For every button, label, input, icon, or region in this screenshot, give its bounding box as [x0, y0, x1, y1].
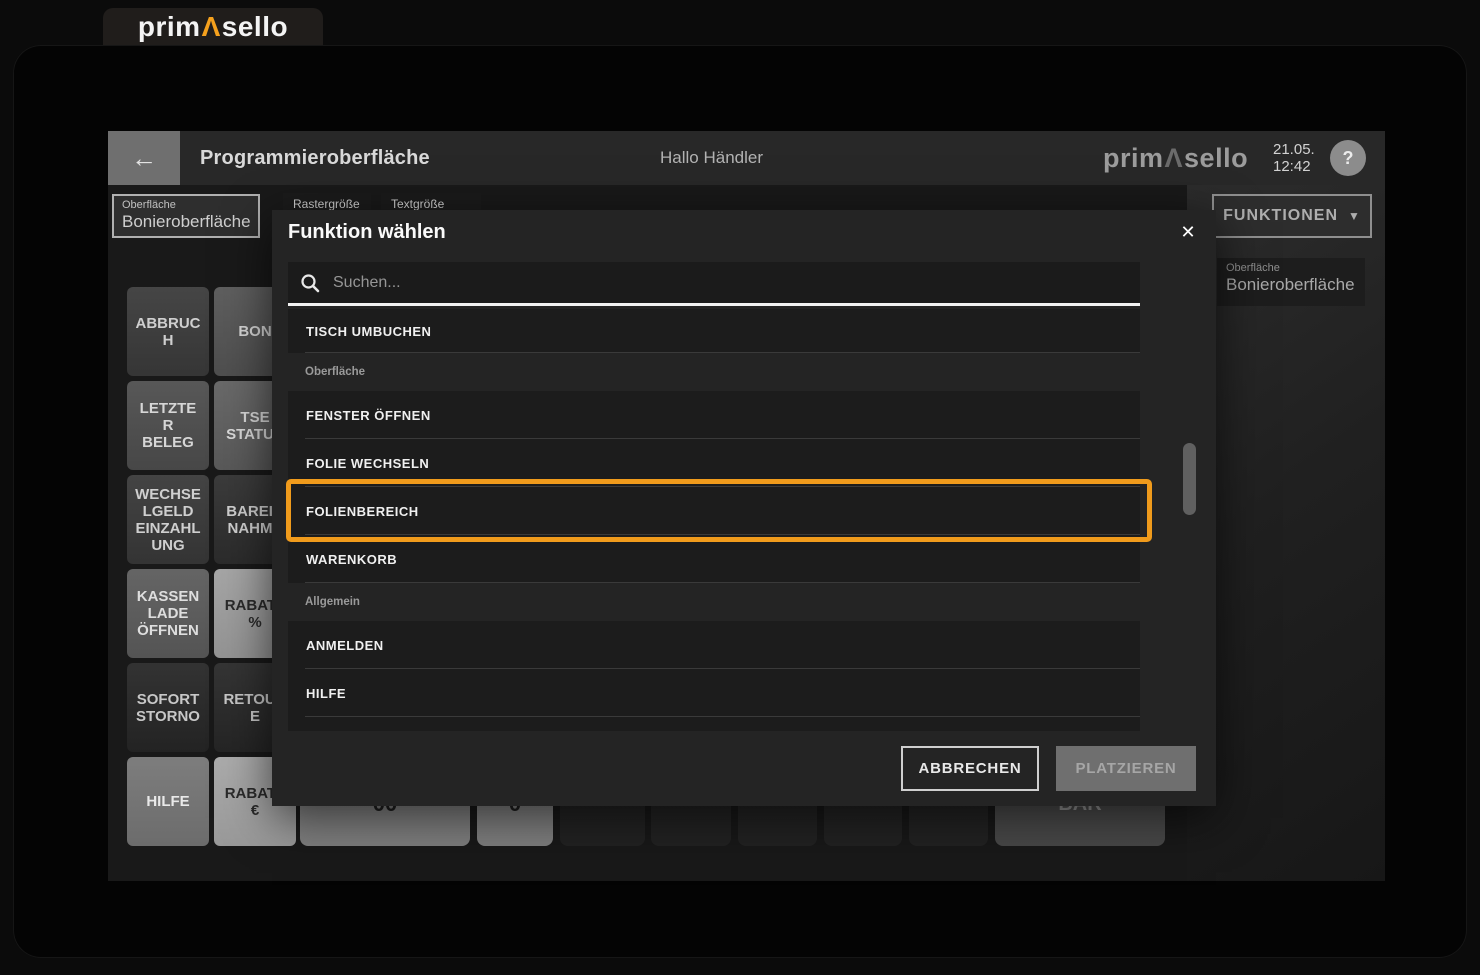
question-icon: ?: [1343, 148, 1354, 169]
surface-chip-selected[interactable]: Oberfläche Bonieroberfläche: [112, 194, 260, 238]
list-item-label: WARENKORB: [288, 552, 397, 567]
dialog-title: Funktion wählen: [288, 221, 446, 244]
logo-caret-icon: Λ: [1164, 143, 1185, 174]
button-letzter-beleg[interactable]: LETZTER BELEG: [127, 381, 209, 470]
function-picker-dialog: Funktion wählen ✕ TISCH UMBUCHEN Oberflä…: [272, 210, 1216, 806]
list-item-warenkorb[interactable]: WARENKORB: [288, 535, 1140, 583]
button-abbruch[interactable]: ABBRUCH: [127, 287, 209, 376]
button-hilfe[interactable]: HILFE: [127, 757, 209, 846]
surface-chip-value: Bonieroberfläche: [122, 212, 250, 232]
screen: primΛsello ← Programmieroberfläche Hallo…: [0, 0, 1480, 975]
app-header: ← Programmieroberfläche Hallo Händler pr…: [108, 131, 1385, 185]
list-item-label: ANMELDEN: [288, 638, 384, 653]
list-item-label: HILFE: [288, 686, 346, 701]
surface-panel-label: Oberfläche: [1226, 262, 1356, 274]
list-item-fenster-oeffnen[interactable]: FENSTER ÖFFNEN: [288, 391, 1140, 439]
logo-text-pre: prim: [138, 11, 201, 42]
scrollbar-thumb[interactable]: [1183, 443, 1196, 515]
list-item-label: FOLIENBEREICH: [288, 504, 419, 519]
time-label: 12:42: [1273, 158, 1315, 175]
divider: [305, 716, 1140, 717]
close-button[interactable]: ✕: [1176, 220, 1200, 244]
right-sidebar: FUNKTIONEN ▼ Oberfläche Bonieroberfläche…: [1187, 185, 1385, 881]
button-wechselgeld-einzahlung[interactable]: WECHSELGELD EINZAHLUNG: [127, 475, 209, 564]
surface-chip-label: Oberfläche: [122, 199, 250, 211]
list-item-folienbereich-selected[interactable]: FOLIENBEREICH: [288, 487, 1140, 535]
logo-text-pre: prim: [1103, 143, 1164, 174]
primasello-logo: primΛsello: [138, 11, 288, 43]
list-item-tisch-umbuchen[interactable]: TISCH UMBUCHEN: [288, 309, 1140, 353]
back-arrow-icon: ←: [131, 143, 157, 174]
list-item-anmelden[interactable]: ANMELDEN: [288, 621, 1140, 669]
datetime-display: 21.05. 12:42: [1273, 141, 1315, 175]
list-item-hilfe[interactable]: HILFE: [288, 669, 1140, 717]
section-header-allgemein: Allgemein: [288, 583, 1140, 621]
date-label: 21.05.: [1273, 141, 1315, 158]
logo-text-post: sello: [1184, 143, 1248, 174]
page-title: Programmieroberfläche: [200, 131, 430, 185]
list-clipped-row: [288, 717, 1140, 731]
divider: [305, 582, 1140, 583]
header-brand-logo: primΛsello: [1103, 131, 1248, 185]
chevron-down-icon: ▼: [1348, 209, 1361, 223]
surface-panel[interactable]: Oberfläche Bonieroberfläche: [1217, 258, 1365, 306]
help-button[interactable]: ?: [1330, 140, 1366, 176]
place-button[interactable]: PLATZIEREN: [1056, 746, 1196, 791]
button-kassenlade-oeffnen[interactable]: KASSENLADE ÖFFNEN: [127, 569, 209, 658]
search-bar: [288, 262, 1140, 306]
close-icon: ✕: [1180, 222, 1195, 243]
section-label: Oberfläche: [288, 366, 365, 378]
logo-text-post: sello: [222, 11, 288, 42]
search-icon: [300, 273, 320, 293]
button-sofort-storno[interactable]: SOFORT STORNO: [127, 663, 209, 752]
list-item-folie-wechseln[interactable]: FOLIE WECHSELN: [288, 439, 1140, 487]
user-greeting: Hallo Händler: [660, 131, 763, 185]
functions-dropdown[interactable]: FUNKTIONEN ▼: [1212, 194, 1372, 238]
function-list: TISCH UMBUCHEN Oberfläche FENSTER ÖFFNEN…: [288, 309, 1140, 731]
divider: [305, 352, 1140, 353]
list-item-label: TISCH UMBUCHEN: [288, 324, 431, 339]
list-item-label: FENSTER ÖFFNEN: [288, 408, 431, 423]
functions-label: FUNKTIONEN: [1223, 207, 1338, 225]
window-logo-tab: primΛsello: [103, 8, 323, 46]
search-input[interactable]: [333, 274, 1128, 292]
list-item-label: FOLIE WECHSELN: [288, 456, 429, 471]
section-label: Allgemein: [288, 596, 360, 608]
surface-panel-value: Bonieroberfläche: [1226, 275, 1356, 295]
logo-caret-icon: Λ: [201, 11, 222, 42]
cancel-button[interactable]: ABBRECHEN: [901, 746, 1039, 791]
back-button[interactable]: ←: [108, 131, 180, 185]
section-header-oberflaeche: Oberfläche: [288, 353, 1140, 391]
